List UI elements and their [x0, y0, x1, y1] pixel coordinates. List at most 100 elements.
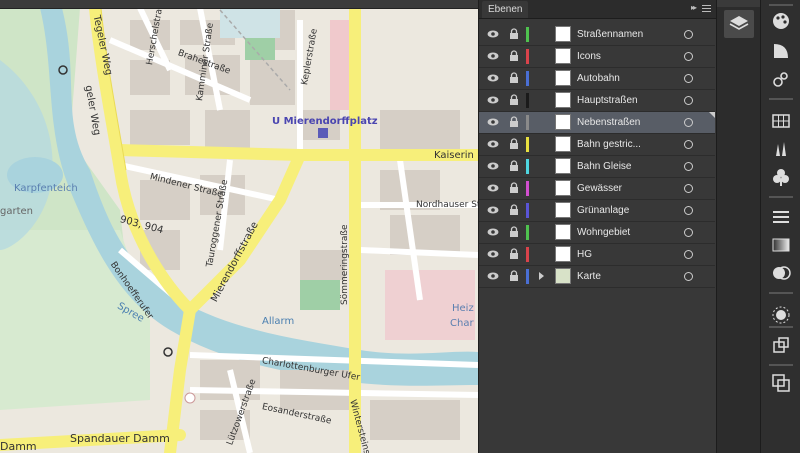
layer-color-bar: [526, 49, 529, 64]
visibility-eye-icon[interactable]: [487, 250, 499, 258]
layer-name[interactable]: Bahn gestric...: [577, 134, 641, 155]
layer-thumbnail: [555, 70, 571, 86]
lock-icon[interactable]: [509, 226, 519, 238]
layer-name[interactable]: Autobahn: [577, 68, 620, 89]
lock-icon[interactable]: [509, 116, 519, 128]
map-label-spandauer: Spandauer Damm: [70, 432, 170, 445]
dock-grip[interactable]: [717, 0, 761, 7]
appearance-sun-icon[interactable]: [770, 304, 792, 326]
visibility-eye-icon[interactable]: [487, 206, 499, 214]
tab-ebenen[interactable]: Ebenen: [482, 1, 529, 18]
visibility-eye-icon[interactable]: [487, 74, 499, 82]
layer-target-circle[interactable]: [684, 162, 693, 171]
visibility-eye-icon[interactable]: [487, 30, 499, 38]
layer-row[interactable]: Gewässer: [479, 178, 715, 200]
map-label-char: Char: [450, 318, 474, 329]
layer-row[interactable]: Icons: [479, 46, 715, 68]
layer-target-circle[interactable]: [684, 96, 693, 105]
layer-target-circle[interactable]: [684, 272, 693, 281]
map-label-nordhauser: Nordhauser Straße: [416, 200, 478, 210]
brushes-icon[interactable]: [770, 138, 792, 160]
collapse-panel-button[interactable]: ▸▸: [691, 3, 697, 12]
visibility-eye-icon[interactable]: [487, 162, 499, 170]
visibility-eye-icon[interactable]: [487, 272, 499, 280]
visibility-eye-icon[interactable]: [487, 140, 499, 148]
layer-color-bar: [526, 93, 529, 108]
visibility-eye-icon[interactable]: [487, 228, 499, 236]
layer-name[interactable]: Grünanlage: [577, 200, 629, 221]
layer-target-circle[interactable]: [684, 74, 693, 83]
color-palette-icon[interactable]: [770, 10, 792, 32]
lock-icon[interactable]: [509, 72, 519, 84]
map-canvas[interactable]: Tegeler Weg geler Weg U Mierendorffplatz…: [0, 0, 478, 453]
layer-thumbnail: [555, 48, 571, 64]
layer-target-circle[interactable]: [684, 52, 693, 61]
layer-row[interactable]: Nebenstraßen: [479, 112, 715, 134]
layer-row[interactable]: Hauptstraßen: [479, 90, 715, 112]
dock-separator: [769, 292, 793, 294]
layer-target-circle[interactable]: [684, 118, 693, 127]
layer-thumbnail: [555, 202, 571, 218]
lock-icon[interactable]: [509, 248, 519, 260]
layer-name[interactable]: Icons: [577, 46, 601, 67]
transform-icon[interactable]: [770, 334, 792, 356]
transparency-icon[interactable]: [770, 262, 792, 284]
dock-separator: [769, 196, 793, 198]
layer-name[interactable]: Karte: [577, 266, 601, 287]
layer-color-bar: [526, 203, 529, 218]
panel-menu-icon[interactable]: [699, 3, 711, 13]
layer-name[interactable]: Wohngebiet: [577, 222, 630, 243]
swatches-grid-icon[interactable]: [770, 110, 792, 132]
visibility-eye-icon[interactable]: [487, 52, 499, 60]
lock-icon[interactable]: [509, 50, 519, 62]
panel-tab-bar: Ebenen ▸▸: [479, 0, 717, 19]
layer-target-circle[interactable]: [684, 30, 693, 39]
lock-icon[interactable]: [509, 28, 519, 40]
layer-name[interactable]: Gewässer: [577, 178, 622, 199]
layer-target-circle[interactable]: [684, 206, 693, 215]
layer-name[interactable]: Bahn Gleise: [577, 156, 631, 177]
stroke-lines-icon[interactable]: [770, 206, 792, 228]
layer-thumbnail: [555, 246, 571, 262]
layer-name[interactable]: HG: [577, 244, 592, 265]
lock-icon[interactable]: [509, 138, 519, 150]
visibility-eye-icon[interactable]: [487, 118, 499, 126]
layer-row[interactable]: Wohngebiet: [479, 222, 715, 244]
lock-icon[interactable]: [509, 204, 519, 216]
layer-row[interactable]: Bahn Gleise: [479, 156, 715, 178]
color-theme-icon[interactable]: [770, 68, 792, 90]
lock-icon[interactable]: [509, 94, 519, 106]
layer-row[interactable]: Straßennamen: [479, 24, 715, 46]
layers-dock-button[interactable]: [724, 10, 754, 38]
layers-panel: Ebenen ▸▸ Straßennamen Icons Autobahn Haupt…: [478, 0, 717, 453]
layer-target-circle[interactable]: [684, 250, 693, 259]
map-label-damm: Damm: [0, 440, 37, 453]
lock-icon[interactable]: [509, 182, 519, 194]
expand-arrow-icon[interactable]: [539, 272, 544, 280]
layer-name[interactable]: Straßennamen: [577, 24, 643, 45]
layer-row[interactable]: Karte: [479, 266, 715, 288]
lock-icon[interactable]: [509, 160, 519, 172]
layer-target-circle[interactable]: [684, 228, 693, 237]
lock-icon[interactable]: [509, 270, 519, 282]
layer-target-circle[interactable]: [684, 140, 693, 149]
layer-row[interactable]: HG: [479, 244, 715, 266]
dock-separator: [769, 98, 793, 100]
visibility-eye-icon[interactable]: [487, 96, 499, 104]
layer-thumbnail: [555, 114, 571, 130]
visibility-eye-icon[interactable]: [487, 184, 499, 192]
layer-thumbnail: [555, 224, 571, 240]
layer-name[interactable]: Hauptstraßen: [577, 90, 638, 111]
layer-row[interactable]: Bahn gestric...: [479, 134, 715, 156]
layer-thumbnail: [555, 158, 571, 174]
layer-row[interactable]: Autobahn: [479, 68, 715, 90]
symbols-club-icon[interactable]: [770, 166, 792, 188]
gradient-icon[interactable]: [770, 234, 792, 256]
layer-name[interactable]: Nebenstraßen: [577, 112, 640, 133]
dock-separator: [769, 4, 793, 6]
pathfinder-icon[interactable]: [770, 372, 792, 394]
layer-color-bar: [526, 137, 529, 152]
color-guide-icon[interactable]: [770, 40, 792, 62]
layer-target-circle[interactable]: [684, 184, 693, 193]
layer-row[interactable]: Grünanlage: [479, 200, 715, 222]
